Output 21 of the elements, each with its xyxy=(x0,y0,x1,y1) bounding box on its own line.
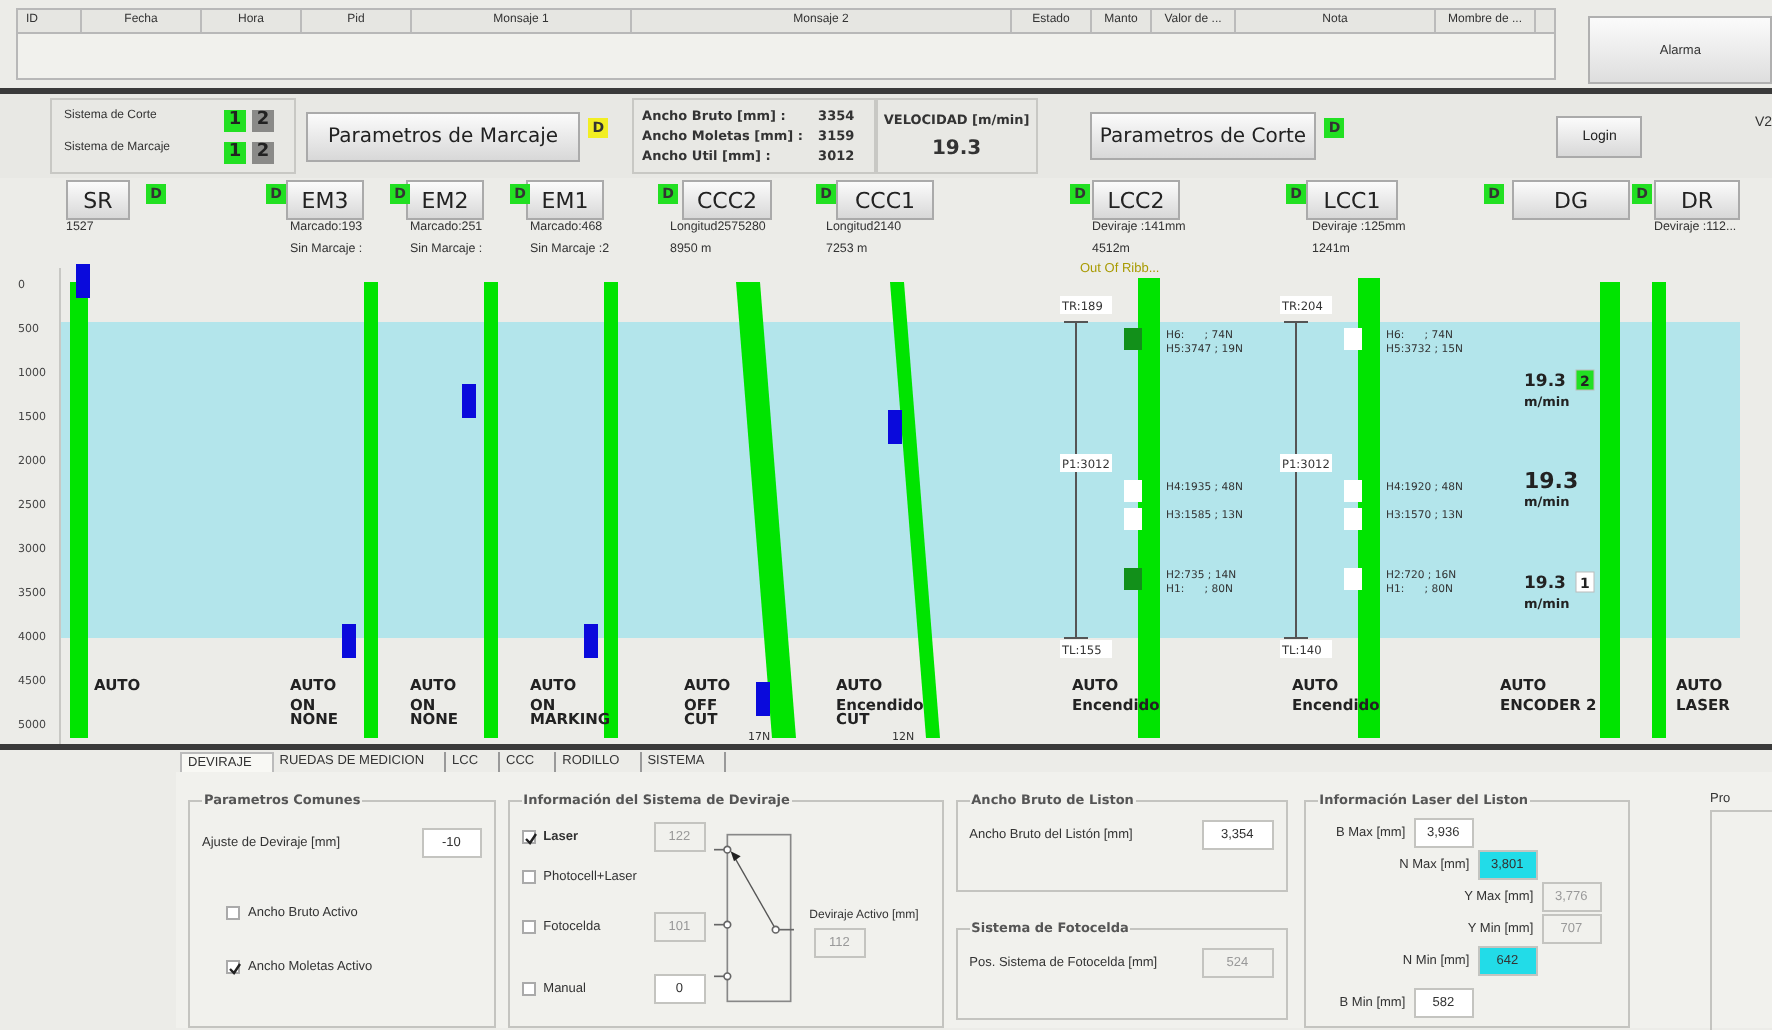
station-button[interactable]: SR xyxy=(66,180,130,220)
cutting-parameters-button[interactable]: Parametros de Corte xyxy=(1089,112,1317,160)
checkbox[interactable] xyxy=(226,906,240,920)
system-selector[interactable]: 2 xyxy=(252,141,274,163)
system-selector[interactable]: 2 xyxy=(252,109,274,131)
station-button[interactable]: CCC2 xyxy=(682,180,772,220)
system-selector[interactable]: 1 xyxy=(224,141,246,163)
station-button[interactable]: LCC1 xyxy=(1306,180,1398,220)
station-button[interactable]: EM3 xyxy=(286,180,364,220)
station-button[interactable]: LCC2 xyxy=(1092,180,1180,220)
station-button[interactable]: EM1 xyxy=(526,180,604,220)
system-selector[interactable]: 1 xyxy=(224,109,246,131)
checkbox[interactable] xyxy=(521,869,536,883)
checkbox[interactable] xyxy=(521,981,536,995)
checkbox[interactable] xyxy=(226,960,240,974)
station-button[interactable]: DR xyxy=(1654,180,1740,220)
station-button[interactable]: EM2 xyxy=(406,180,484,220)
speed-value: 19.3 xyxy=(931,138,982,160)
marking-parameters-button[interactable]: Parametros de Marcaje xyxy=(305,111,581,161)
station-button[interactable]: CCC1 xyxy=(836,180,934,220)
station-button[interactable]: DG xyxy=(1512,180,1630,220)
